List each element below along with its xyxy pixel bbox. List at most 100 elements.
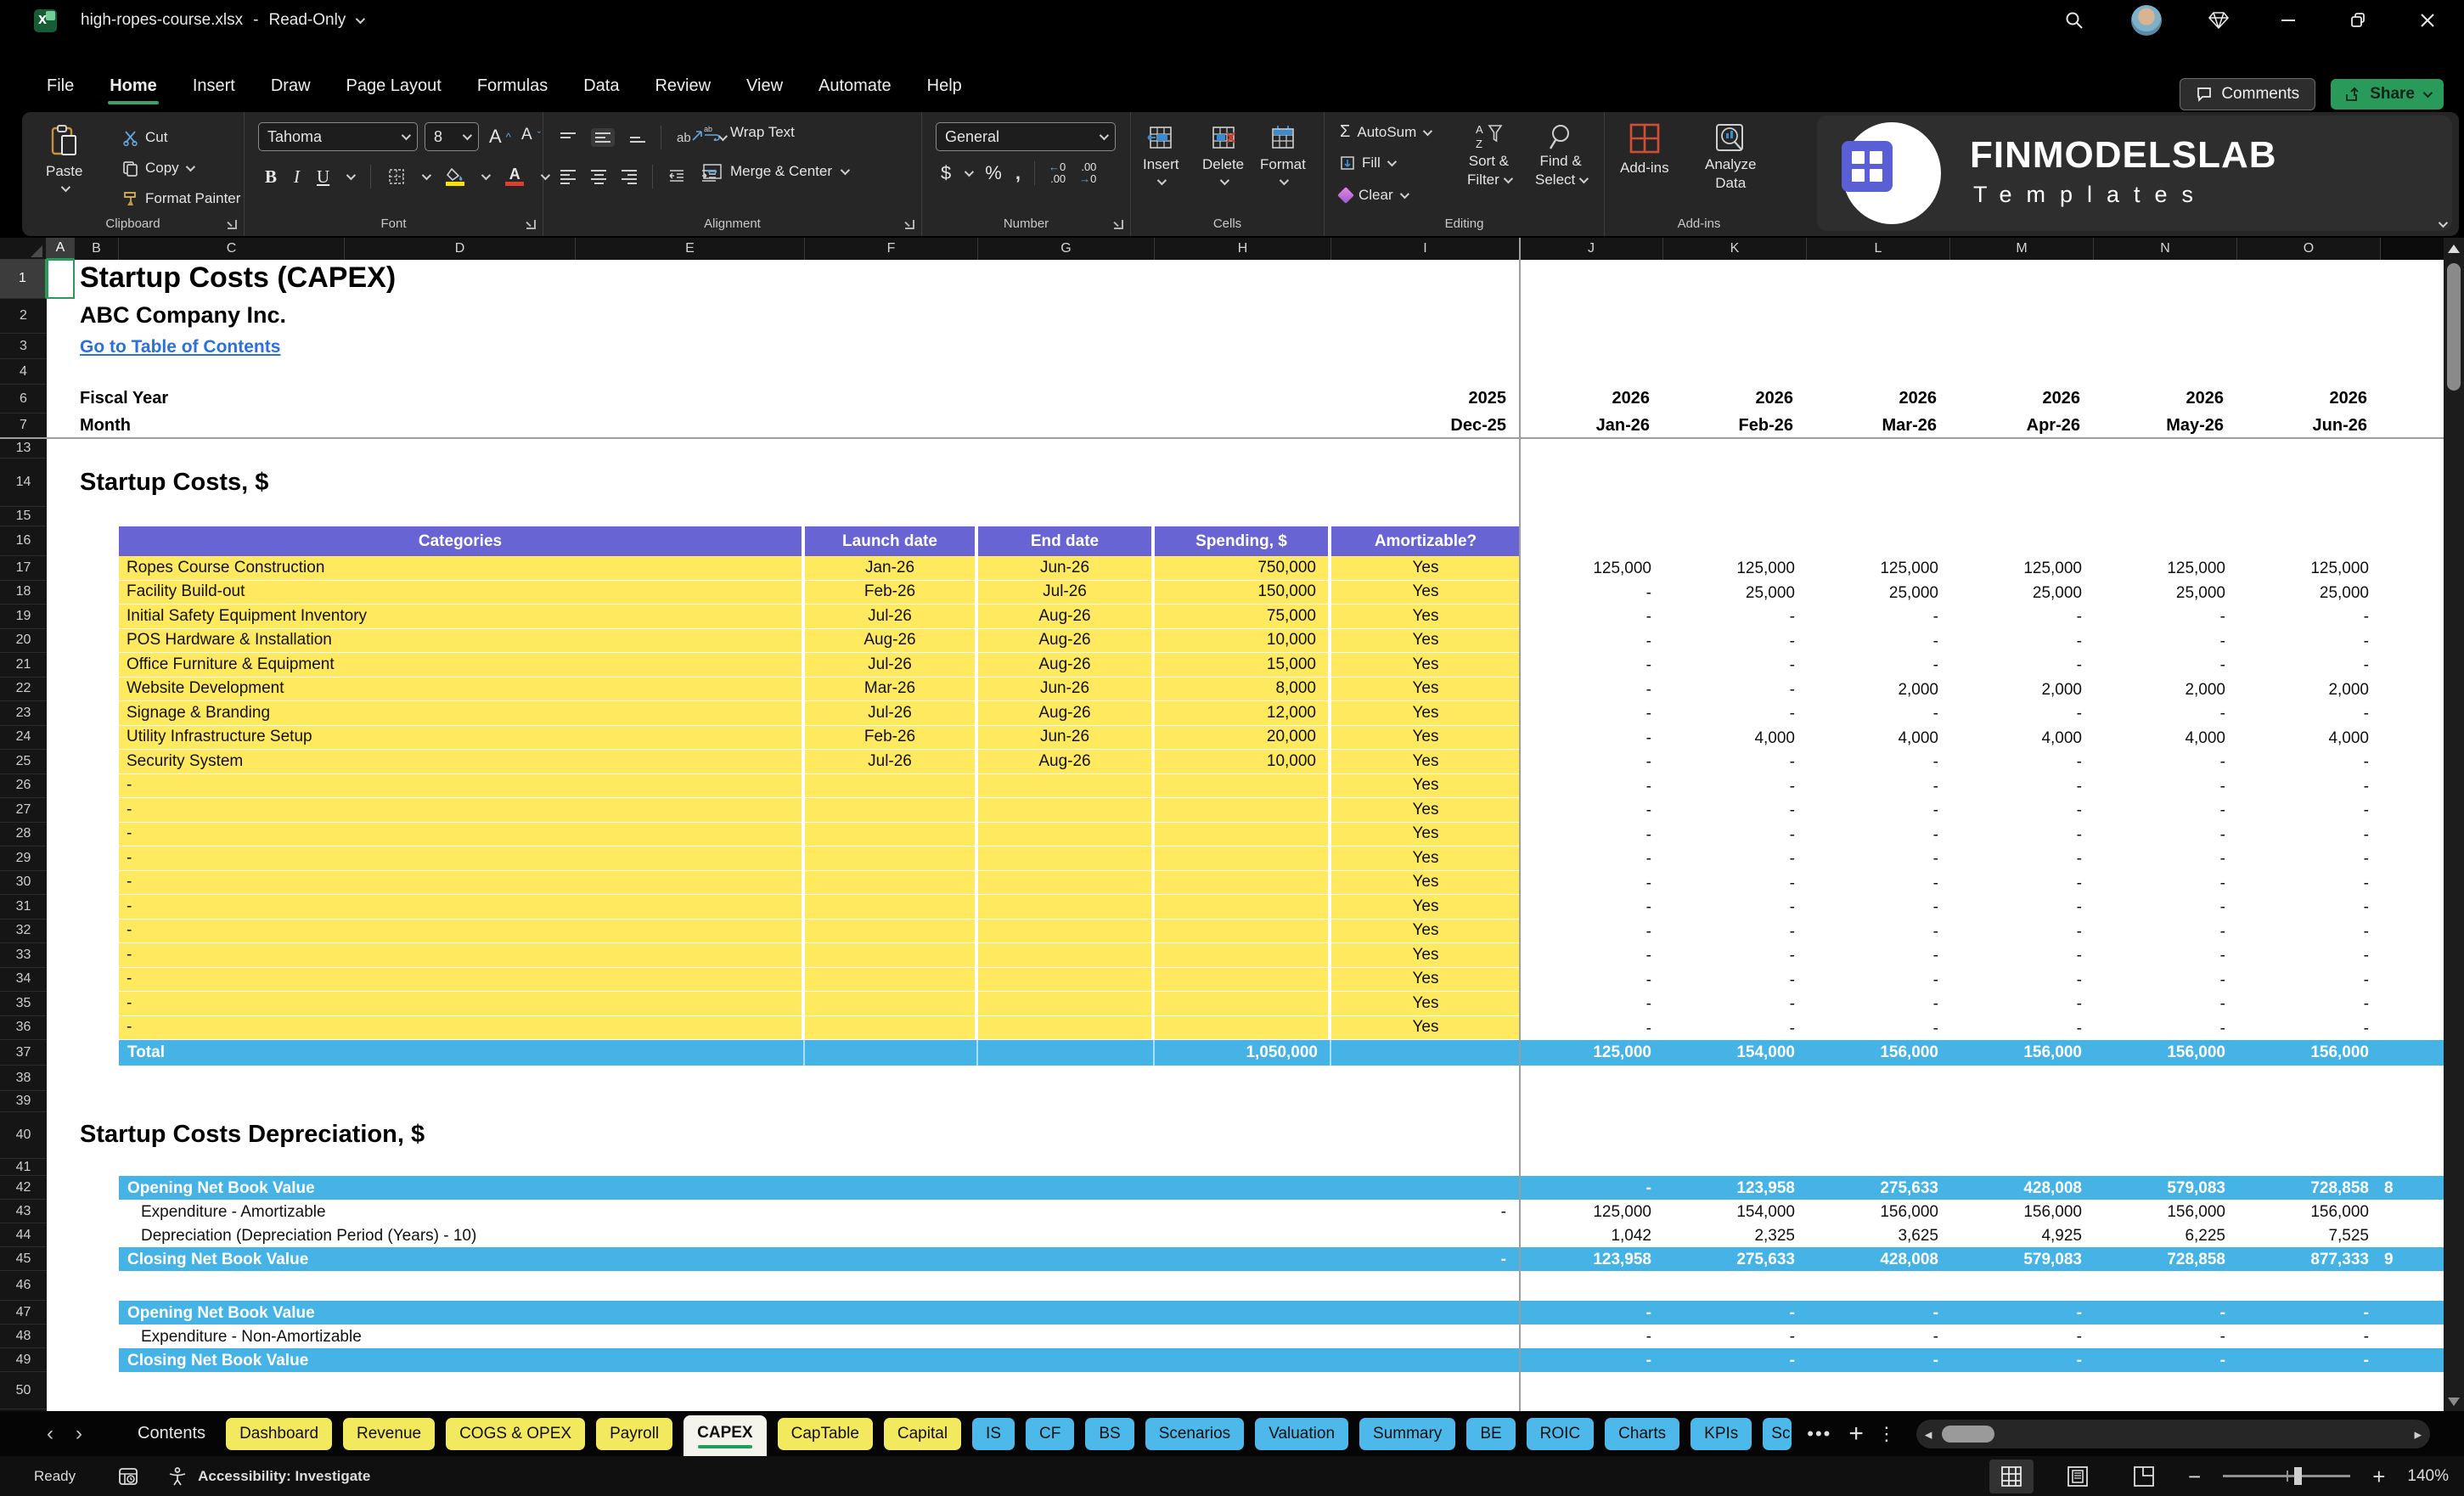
dep-monthly-value[interactable]: 275,633 <box>1663 1251 1795 1271</box>
cell-spending[interactable] <box>1155 992 1330 1016</box>
cell-monthly-value[interactable]: - <box>1663 898 1795 920</box>
cell-monthly-value[interactable]: 25,000 <box>1950 584 2082 605</box>
cell-amortizable[interactable]: Yes <box>1331 1016 1520 1041</box>
cell-amortizable[interactable]: Yes <box>1331 678 1520 702</box>
cell-monthly-value[interactable]: - <box>1520 681 1651 702</box>
cell-launch-date[interactable] <box>805 798 976 823</box>
row-header-16[interactable]: 16 <box>0 526 47 556</box>
cell-monthly-value[interactable]: - <box>2094 923 2225 944</box>
cell-amortizable[interactable]: Yes <box>1331 701 1520 726</box>
align-right-icon[interactable] <box>622 170 637 184</box>
cell-launch-date[interactable] <box>805 1016 976 1041</box>
row-header-36[interactable]: 36 <box>0 1016 47 1041</box>
cell-monthly-value[interactable]: - <box>1950 753 2082 774</box>
dep-monthly-value[interactable]: - <box>1950 1328 2082 1348</box>
cell-monthly-value[interactable]: - <box>2237 633 2369 654</box>
cell-monthly-value[interactable]: 125,000 <box>1950 560 2082 581</box>
cell-monthly-value[interactable]: - <box>1950 971 2082 993</box>
cell-monthly-value[interactable]: - <box>1520 633 1651 654</box>
align-center-icon[interactable] <box>591 170 606 184</box>
dep-monthly-value[interactable]: - <box>1950 1304 2082 1324</box>
cell-end-date[interactable] <box>978 920 1153 944</box>
cell-spending[interactable] <box>1155 1016 1330 1041</box>
cell-spending[interactable]: 10,000 <box>1155 629 1330 654</box>
total-spending[interactable]: 1,050,000 <box>1155 1043 1318 1064</box>
column-header-M[interactable]: M <box>1950 238 2094 260</box>
cell-spending[interactable] <box>1155 895 1330 920</box>
dep-monthly-value[interactable]: 2,325 <box>1663 1227 1795 1247</box>
increase-decimal-button[interactable]: ←0.00 <box>1049 161 1066 184</box>
cell-category[interactable]: - <box>119 992 803 1016</box>
copy-button[interactable]: Copy <box>122 160 193 177</box>
cell-end-date[interactable]: Jun-26 <box>978 678 1153 702</box>
cell-monthly-value[interactable]: - <box>1520 971 1651 993</box>
find-select-button[interactable]: Find & Select <box>1535 122 1586 188</box>
menu-review[interactable]: Review <box>655 76 711 104</box>
font-size-select[interactable]: 8 <box>425 122 479 151</box>
cell-spending[interactable]: 8,000 <box>1155 678 1330 702</box>
cell-monthly-value[interactable]: - <box>1807 705 1938 726</box>
cell-category[interactable]: - <box>119 943 803 968</box>
row-header-30[interactable]: 30 <box>0 871 47 896</box>
dep-monthly-value[interactable]: 877,333 <box>2237 1251 2369 1271</box>
cell-monthly-value[interactable]: - <box>1950 995 2082 1016</box>
dep-monthly-value[interactable]: - <box>2237 1328 2369 1348</box>
cell-monthly-value[interactable]: 25,000 <box>2094 584 2225 605</box>
cell-launch-date[interactable] <box>805 823 976 847</box>
cell-category[interactable]: - <box>119 1016 803 1041</box>
cell-monthly-value[interactable]: - <box>2094 850 2225 871</box>
menu-home[interactable]: Home <box>110 76 157 104</box>
dep-monthly-value[interactable]: 156,000 <box>1807 1203 1938 1223</box>
row-header-34[interactable]: 34 <box>0 968 47 993</box>
cell-amortizable[interactable]: Yes <box>1331 846 1520 871</box>
fiscal-year-value[interactable]: 2026 <box>2237 389 2367 409</box>
accessibility-icon[interactable] <box>167 1466 188 1487</box>
underline-button[interactable]: U <box>317 166 329 188</box>
dep-monthly-value[interactable]: 728,858 <box>2094 1251 2225 1271</box>
row-header-47[interactable]: 47 <box>0 1301 47 1324</box>
row-header-2[interactable]: 2 <box>0 299 47 334</box>
cell-monthly-value[interactable]: - <box>2094 1020 2225 1041</box>
font-dialog-launcher-icon[interactable] <box>526 220 536 229</box>
month-label[interactable]: Month <box>80 416 335 436</box>
dep-row-label[interactable]: Expenditure - Amortizable <box>141 1203 735 1223</box>
dep-monthly-value[interactable]: - <box>2237 1304 2369 1324</box>
dep-monthly-value[interactable]: 428,008 <box>1950 1179 2082 1200</box>
dep-row-label[interactable]: Expenditure - Non-Amortizable <box>141 1328 735 1348</box>
total-monthly-value[interactable]: 154,000 <box>1663 1043 1795 1064</box>
menu-draw[interactable]: Draw <box>271 76 311 104</box>
cell-monthly-value[interactable]: - <box>1663 801 1795 823</box>
sheet-tab-bs[interactable]: BS <box>1085 1418 1134 1450</box>
row-header-28[interactable]: 28 <box>0 823 47 847</box>
row-header-29[interactable]: 29 <box>0 846 47 871</box>
cell-monthly-value[interactable]: - <box>1520 947 1651 968</box>
chevron-down-icon[interactable] <box>356 14 365 24</box>
month-value[interactable]: Dec-25 <box>1331 416 1506 436</box>
row-header-13[interactable]: 13 <box>0 439 47 458</box>
fiscal-year-value[interactable]: 2026 <box>1807 389 1937 409</box>
dep-dec-value[interactable]: - <box>1331 1251 1506 1271</box>
row-header-23[interactable]: 23 <box>0 701 47 726</box>
cell-monthly-value[interactable]: - <box>1520 995 1651 1016</box>
addins-button[interactable]: Add-ins <box>1620 122 1669 177</box>
table-header-categories[interactable]: Categories <box>119 526 803 556</box>
row-header-35[interactable]: 35 <box>0 992 47 1016</box>
page-break-view-button[interactable] <box>2122 1459 2166 1493</box>
cell-monthly-value[interactable]: - <box>1950 898 2082 920</box>
chevron-down-icon[interactable] <box>422 171 431 180</box>
cell-amortizable[interactable]: Yes <box>1331 920 1520 944</box>
cell-monthly-value[interactable]: - <box>1950 801 2082 823</box>
cell-amortizable[interactable]: Yes <box>1331 750 1520 774</box>
cell-launch-date[interactable]: Jul-26 <box>805 605 976 629</box>
dep-monthly-value[interactable]: - <box>1950 1352 2082 1372</box>
column-header-H[interactable]: H <box>1155 238 1331 260</box>
cell-monthly-value[interactable]: 2,000 <box>2094 681 2225 702</box>
cell-monthly-value[interactable]: - <box>2094 778 2225 799</box>
row-header-20[interactable]: 20 <box>0 629 47 654</box>
month-value[interactable]: May-26 <box>2094 416 2224 436</box>
cell-monthly-value[interactable]: - <box>2237 826 2369 847</box>
cell-monthly-value[interactable]: - <box>1807 995 1938 1016</box>
row-header-3[interactable]: 3 <box>0 334 47 359</box>
alignment-dialog-launcher-icon[interactable] <box>905 220 914 229</box>
cell-monthly-value[interactable]: 4,000 <box>2237 729 2369 751</box>
